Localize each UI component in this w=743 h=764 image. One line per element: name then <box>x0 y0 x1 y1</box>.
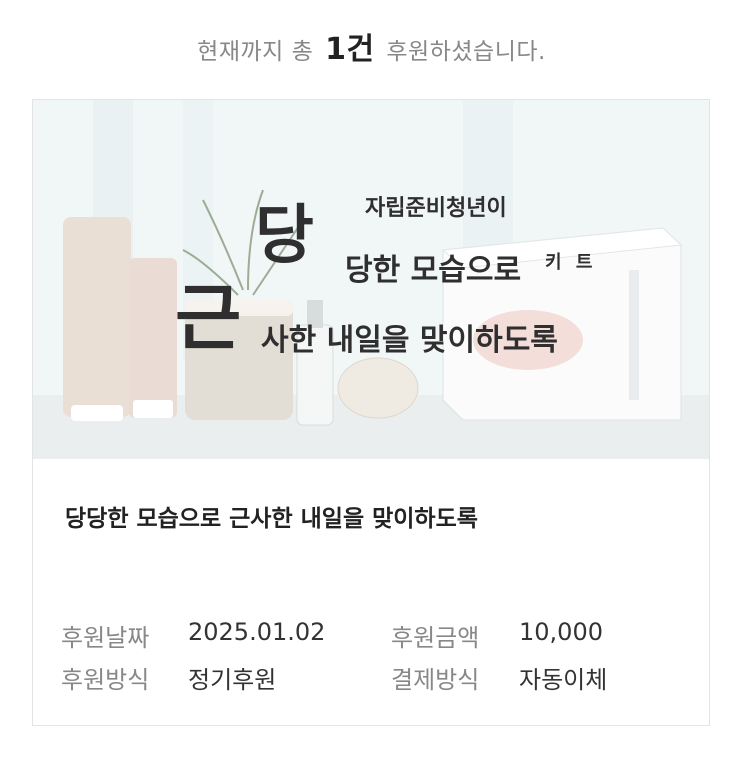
donation-card[interactable]: 자립준비청년이 당 당한 모습으로 근 사한 내일을 맞이하도록 키 트 당당한… <box>32 99 710 726</box>
banner-line-1: 당한 모습으로 <box>345 253 522 288</box>
donation-type-value: 정기후원 <box>188 666 277 694</box>
donation-summary: 현재까지 총 1건 후원하셨습니다. <box>0 24 743 68</box>
donation-date-label: 후원날짜 <box>61 624 150 652</box>
banner-subtitle: 자립준비청년이 <box>365 196 507 221</box>
summary-prefix: 현재까지 총 <box>197 39 314 65</box>
payment-method-value: 자동이체 <box>519 666 608 694</box>
payment-method-label: 결제방식 <box>391 666 480 694</box>
donation-amount-label: 후원금액 <box>391 624 480 652</box>
donation-date-value: 2025.01.02 <box>188 618 326 646</box>
banner-line-2: 사한 내일을 맞이하도록 <box>261 323 558 358</box>
campaign-banner-image[interactable]: 자립준비청년이 당 당한 모습으로 근 사한 내일을 맞이하도록 키 트 <box>33 100 709 459</box>
donation-count: 1건 <box>325 32 375 67</box>
campaign-title[interactable]: 당당한 모습으로 근사한 내일을 맞이하도록 <box>65 496 565 542</box>
summary-suffix: 후원하셨습니다. <box>386 39 546 65</box>
donation-amount-value: 10,000 <box>519 618 603 646</box>
banner-big-char-1: 당 <box>255 199 314 273</box>
banner-kit-text: 키 트 <box>545 252 597 273</box>
banner-big-char-2: 근 <box>175 276 242 360</box>
donation-type-label: 후원방식 <box>61 666 150 694</box>
